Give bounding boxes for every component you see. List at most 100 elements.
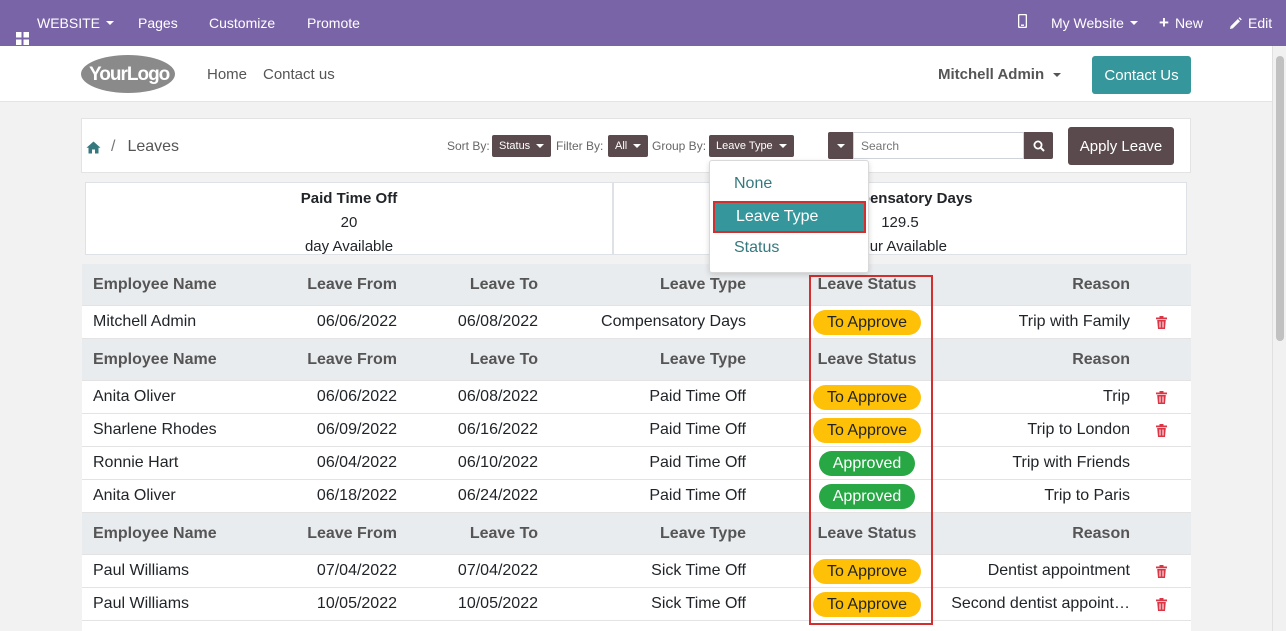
customize-menu[interactable]: Customize [209,0,275,46]
column-header-leave-from: Leave From [307,275,397,293]
apps-grid-icon [16,17,29,45]
column-header-leave-status: Leave Status [817,524,917,542]
my-website-menu[interactable]: My Website [1051,0,1138,46]
delete-leave-button[interactable] [1154,588,1168,620]
new-button[interactable]: + New [1159,0,1203,46]
column-header-leave-to: Leave To [469,350,538,368]
group-by-option-none[interactable]: None [711,168,867,200]
filter-by-value: All [615,140,628,152]
sort-by-dropdown[interactable]: Status [492,135,552,157]
cell-leave-from: 10/05/2022 [316,595,397,612]
site-header: YourLogo Home Contact us Mitchell Admin … [0,46,1272,102]
trash-icon [1155,315,1167,329]
filter-by-dropdown[interactable]: All [608,135,649,157]
status-badge: Approved [818,450,916,476]
mobile-preview-button[interactable] [1017,0,1028,46]
cell-leave-to: 06/10/2022 [457,454,538,471]
cell-employee-name: Sharlene Rhodes [93,421,217,438]
cell-leave-status: Approved [810,480,924,512]
table-row[interactable]: Sharlene Rhodes 06/09/2022 06/16/2022 Paid … [82,414,1191,447]
my-website-label: My Website [1051,15,1124,31]
cell-reason: Trip with Friends [1012,454,1130,471]
nav-contact-us[interactable]: Contact us [263,66,335,83]
cell-leave-to: 06/08/2022 [457,313,538,330]
cell-reason: Trip with Family [1018,313,1130,330]
table-row[interactable]: Ronnie Hart 06/04/2022 06/10/2022 Paid Time… [82,447,1191,480]
search-button[interactable] [1024,132,1053,159]
table-row[interactable]: Anita Oliver 06/06/2022 06/08/2022 Paid Tim… [82,381,1191,414]
column-header-reason: Reason [1072,524,1130,542]
delete-leave-button[interactable] [1154,555,1168,587]
column-header-employee-name: Employee Name [93,524,217,542]
cell-employee-name: Paul Williams [93,595,190,612]
cell-leave-to: 06/24/2022 [457,487,538,504]
summary-unit: day Available [304,238,394,255]
cell-leave-status: To Approve [810,381,924,413]
cell-leave-to: 10/05/2022 [457,595,538,612]
column-header-leave-from: Leave From [307,524,397,542]
status-badge: To Approve [812,384,922,410]
group-by-menu: None Leave Type Status [709,160,869,273]
delete-leave-button[interactable] [1154,414,1168,446]
chevron-down-icon [1129,21,1138,25]
search-input[interactable] [853,132,1024,159]
table-header-row: Employee Name Leave From Leave To Leave Typ… [82,339,1191,381]
trash-icon [1155,423,1167,437]
trash-icon [1155,390,1167,404]
site-logo[interactable]: YourLogo [80,54,176,94]
group-by-dropdown[interactable]: Leave Type [709,135,794,157]
cell-employee-name: Anita Oliver [93,487,176,504]
summary-paid-time-off: Paid Time Off 20 day Available [85,182,613,255]
contact-us-button[interactable]: Contact Us [1092,56,1191,94]
column-header-reason: Reason [1072,275,1130,293]
delete-leave-button[interactable] [1154,381,1168,413]
page-scrollbar[interactable] [1272,46,1286,631]
table-header-row: Employee Name Leave From Leave To Leave Typ… [82,513,1191,555]
cell-leave-from: 06/18/2022 [316,487,397,504]
table-row[interactable]: Paul Williams 07/04/2022 07/04/2022 Sick Ti… [82,555,1191,588]
cell-leave-status: To Approve [810,414,924,446]
cell-employee-name: Paul Williams [93,562,190,579]
sort-by-value: Status [499,140,531,152]
table-row[interactable]: Mitchell Admin 06/06/2022 06/08/2022 Compen… [82,306,1191,339]
search-options-toggle[interactable] [828,132,853,159]
table-row[interactable]: Anita Oliver 06/18/2022 06/24/2022 Paid Tim… [82,480,1191,513]
cell-leave-type: Paid Time Off [649,421,746,438]
cell-leave-status: To Approve [810,555,924,587]
chevron-down-icon [106,21,115,25]
delete-leave-button[interactable] [1154,306,1168,338]
website-menu[interactable]: WEBSITE [16,0,115,46]
cell-leave-to: 07/04/2022 [457,562,538,579]
user-menu[interactable]: Mitchell Admin [938,66,1062,83]
group-by-option-status[interactable]: Status [711,232,867,264]
promote-menu[interactable]: Promote [307,0,360,46]
column-header-leave-type: Leave Type [660,524,746,542]
group-by-value: Leave Type [716,140,773,152]
edit-button[interactable]: Edit [1229,0,1272,46]
pages-menu[interactable]: Pages [138,0,178,46]
home-icon[interactable] [86,141,101,154]
filter-by-label: Filter By: [556,139,604,153]
cell-leave-from: 07/04/2022 [316,562,397,579]
summary-value: 129.5 [881,214,919,231]
group-by-label: Group By: [652,139,707,153]
column-header-leave-type: Leave Type [660,350,746,368]
nav-home[interactable]: Home [207,66,247,83]
cell-reason: Trip [1103,388,1130,405]
group-by-option-leave-type[interactable]: Leave Type [713,201,866,233]
chevron-down-icon [778,144,787,148]
logo-text: YourLogo [89,64,170,85]
website-menu-label: WEBSITE [37,15,101,31]
scrollbar-thumb[interactable] [1276,56,1284,341]
cell-leave-status: To Approve [810,588,924,620]
breadcrumb: / Leaves [86,138,179,156]
summary-value: 20 [340,214,358,231]
status-badge: To Approve [812,309,922,335]
cell-reason: Dentist appointment [987,562,1130,579]
chevron-down-icon [836,143,845,148]
apply-leave-button[interactable]: Apply Leave [1068,127,1174,165]
table-row[interactable]: Paul Williams 10/05/2022 10/05/2022 Sick Ti… [82,588,1191,621]
user-name: Mitchell Admin [938,66,1045,83]
status-badge: To Approve [812,558,922,584]
chevron-down-icon [536,144,545,148]
